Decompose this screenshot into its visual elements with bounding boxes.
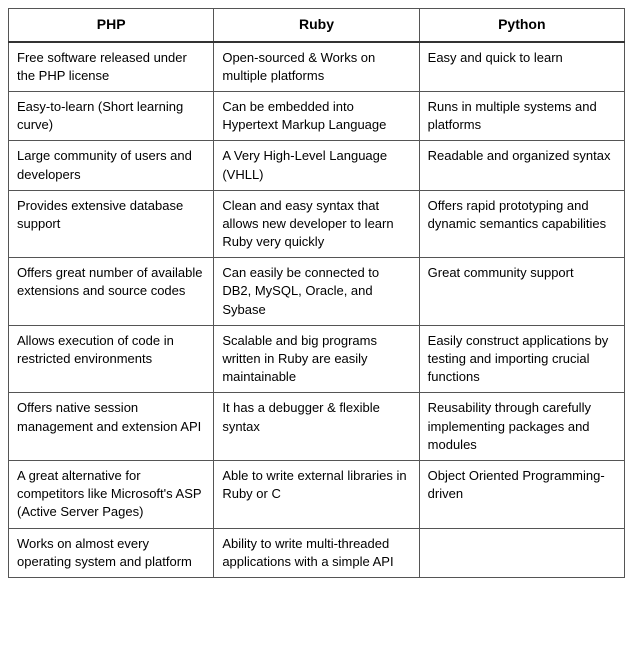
cell-row6-col0: Offers native session management and ext…	[9, 393, 214, 461]
cell-row0-col0: Free software released under the PHP lic…	[9, 42, 214, 92]
cell-row3-col2: Offers rapid prototyping and dynamic sem…	[419, 190, 624, 258]
cell-row4-col2: Great community support	[419, 258, 624, 326]
cell-row5-col2: Easily construct applications by testing…	[419, 325, 624, 393]
cell-row2-col2: Readable and organized syntax	[419, 141, 624, 190]
cell-row8-col2	[419, 528, 624, 577]
table-row: Offers native session management and ext…	[9, 393, 625, 461]
cell-row0-col1: Open-sourced & Works on multiple platfor…	[214, 42, 419, 92]
cell-row6-col2: Reusability through carefully implementi…	[419, 393, 624, 461]
header-ruby: Ruby	[214, 9, 419, 42]
cell-row8-col1: Ability to write multi-threaded applicat…	[214, 528, 419, 577]
header-row: PHP Ruby Python	[9, 9, 625, 42]
table-row: Allows execution of code in restricted e…	[9, 325, 625, 393]
cell-row6-col1: It has a debugger & flexible syntax	[214, 393, 419, 461]
table-row: Free software released under the PHP lic…	[9, 42, 625, 92]
cell-row5-col0: Allows execution of code in restricted e…	[9, 325, 214, 393]
table-row: Large community of users and developersA…	[9, 141, 625, 190]
table-row: A great alternative for competitors like…	[9, 460, 625, 528]
cell-row4-col1: Can easily be connected to DB2, MySQL, O…	[214, 258, 419, 326]
header-python: Python	[419, 9, 624, 42]
table-row: Provides extensive database supportClean…	[9, 190, 625, 258]
cell-row7-col0: A great alternative for competitors like…	[9, 460, 214, 528]
table-row: Offers great number of available extensi…	[9, 258, 625, 326]
cell-row1-col1: Can be embedded into Hypertext Markup La…	[214, 91, 419, 140]
cell-row1-col2: Runs in multiple systems and platforms	[419, 91, 624, 140]
cell-row7-col1: Able to write external libraries in Ruby…	[214, 460, 419, 528]
cell-row2-col1: A Very High-Level Language (VHLL)	[214, 141, 419, 190]
cell-row3-col0: Provides extensive database support	[9, 190, 214, 258]
cell-row5-col1: Scalable and big programs written in Rub…	[214, 325, 419, 393]
cell-row3-col1: Clean and easy syntax that allows new de…	[214, 190, 419, 258]
table-row: Easy-to-learn (Short learning curve)Can …	[9, 91, 625, 140]
cell-row2-col0: Large community of users and developers	[9, 141, 214, 190]
header-php: PHP	[9, 9, 214, 42]
table-row: Works on almost every operating system a…	[9, 528, 625, 577]
cell-row7-col2: Object Oriented Programming-driven	[419, 460, 624, 528]
cell-row0-col2: Easy and quick to learn	[419, 42, 624, 92]
cell-row8-col0: Works on almost every operating system a…	[9, 528, 214, 577]
cell-row4-col0: Offers great number of available extensi…	[9, 258, 214, 326]
comparison-table: PHP Ruby Python Free software released u…	[8, 8, 625, 578]
cell-row1-col0: Easy-to-learn (Short learning curve)	[9, 91, 214, 140]
